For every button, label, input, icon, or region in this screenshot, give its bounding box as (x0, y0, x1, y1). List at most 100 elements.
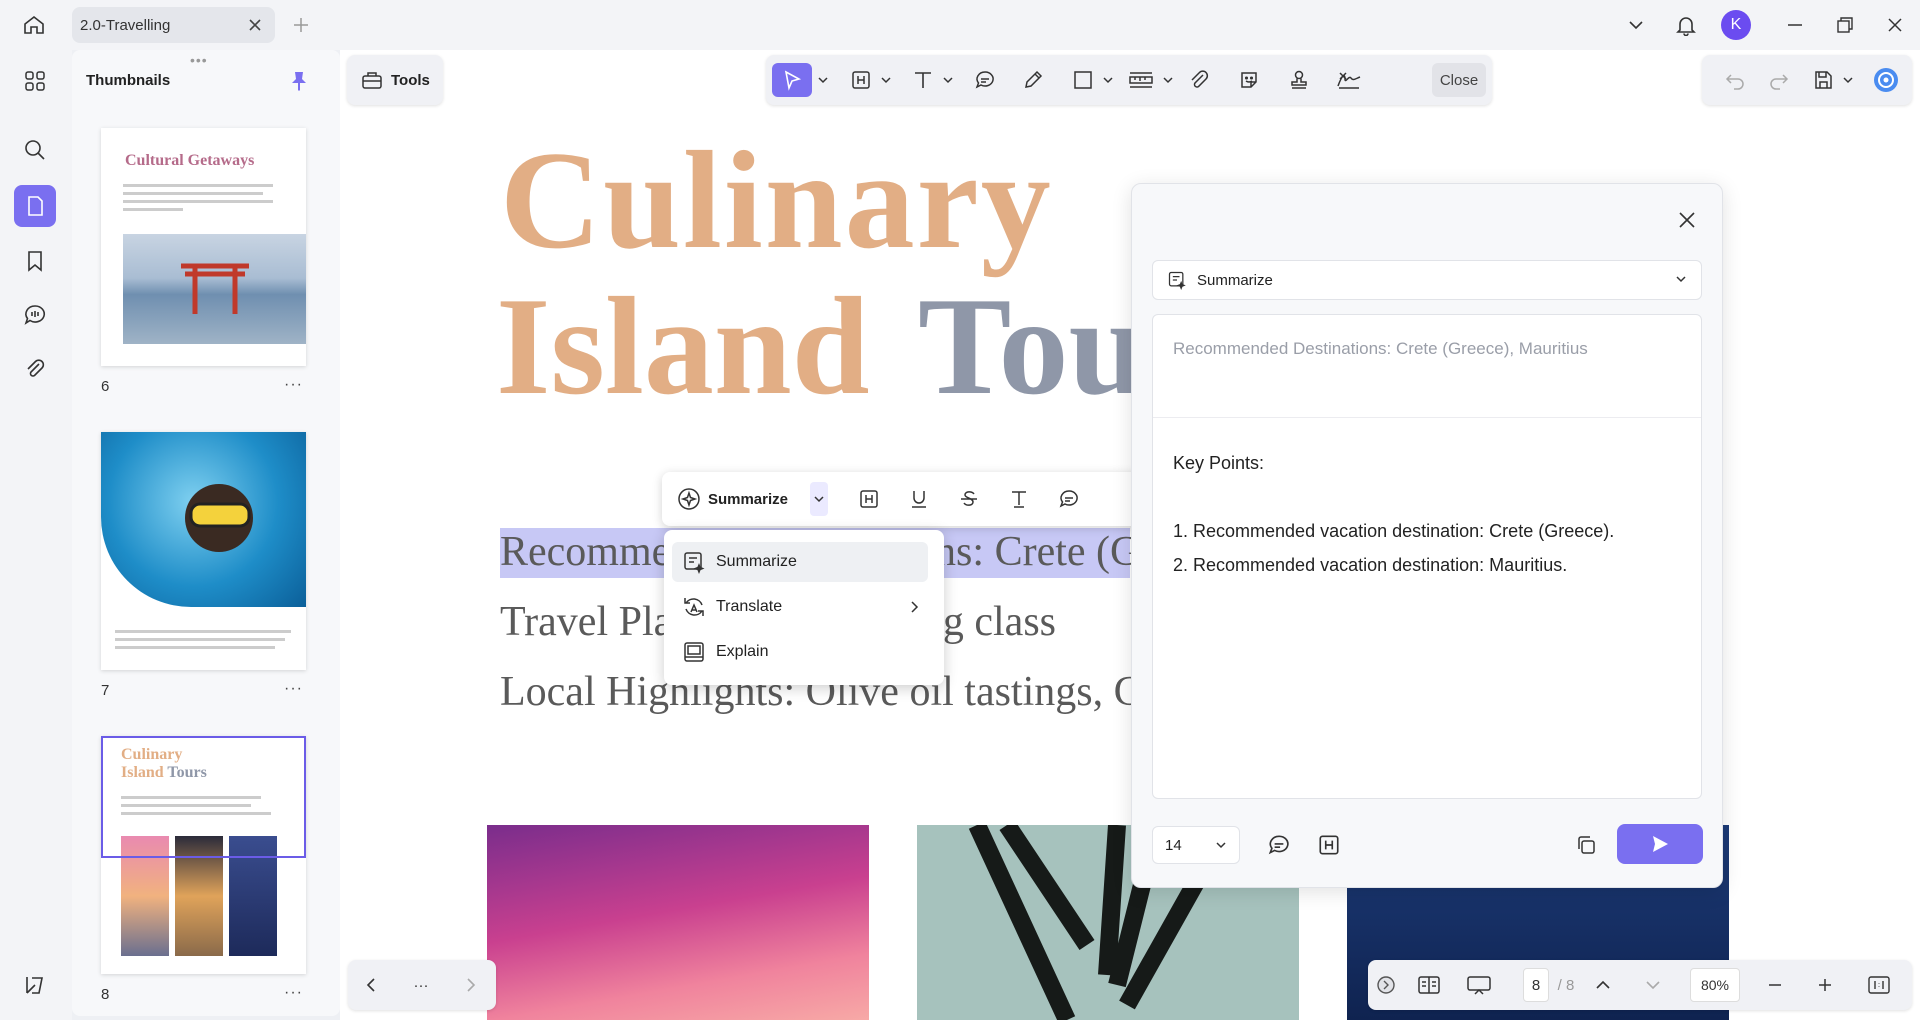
user-avatar[interactable]: K (1721, 10, 1751, 40)
current-page-input[interactable]: 8 (1523, 968, 1549, 1002)
pin-panel-button[interactable] (286, 68, 312, 94)
rail-ai-assistant[interactable] (14, 964, 56, 1006)
measure-tool-dropdown[interactable] (1160, 63, 1176, 97)
home-button[interactable] (14, 8, 54, 42)
shape-tool-dropdown[interactable] (1100, 63, 1116, 97)
zoom-level-input[interactable]: 80% (1690, 968, 1740, 1002)
notifications-button[interactable] (1668, 8, 1704, 42)
signature-tool-button[interactable] (1332, 63, 1366, 97)
actual-size-button[interactable] (1862, 968, 1896, 1002)
insert-highlight-button[interactable] (1312, 828, 1346, 862)
text-tool-dropdown[interactable] (940, 63, 956, 97)
new-tab-button[interactable] (288, 12, 314, 38)
chevron-down-icon (814, 496, 824, 503)
tab-close-button[interactable] (245, 15, 265, 35)
text-selection-toolbar: Summarize (662, 472, 1206, 526)
rail-thumbnails[interactable] (14, 185, 56, 227)
save-icon (1815, 71, 1832, 89)
sticker-tool-button[interactable] (1232, 63, 1266, 97)
attach-tool-button[interactable] (1182, 63, 1216, 97)
comment-tool-button[interactable] (968, 63, 1002, 97)
ai-mode-select[interactable]: Summarize (1152, 260, 1702, 300)
signature-icon (1337, 72, 1361, 89)
ai-actions-menu: Summarize Translate Explain (664, 530, 944, 685)
send-button[interactable] (1617, 824, 1703, 864)
pencil-tool-button[interactable] (1016, 63, 1050, 97)
ai-summarize-button[interactable]: Summarize (670, 480, 788, 518)
highlight-tool-dropdown[interactable] (878, 63, 894, 97)
document-title-line1: Culinary (500, 123, 1053, 278)
underline-text-button[interactable] (902, 482, 936, 516)
thumbnail-page-7[interactable] (101, 432, 306, 670)
thumbnail-more-button[interactable]: ··· (284, 376, 303, 394)
prev-button[interactable] (358, 968, 384, 1002)
insert-comment-button[interactable] (1262, 828, 1296, 862)
add-comment-button[interactable] (1052, 482, 1086, 516)
stamp-tool-button[interactable] (1282, 63, 1316, 97)
rail-organize-pages[interactable] (14, 60, 56, 102)
document-tab[interactable]: 2.0-Travelling (72, 7, 275, 43)
presentation-button[interactable] (1462, 968, 1496, 1002)
page-layout-button[interactable] (1412, 968, 1446, 1002)
previous-page-button[interactable] (1590, 968, 1616, 1002)
tools-button[interactable]: Tools (347, 55, 443, 105)
document-image-sunset (487, 825, 869, 1020)
tabs-dropdown-button[interactable] (1618, 8, 1654, 42)
chevron-right-icon (911, 601, 919, 613)
ai-actions-dropdown[interactable] (810, 482, 828, 516)
thumbnail-page-8[interactable]: Culinary Island Tours (101, 736, 306, 974)
rail-comments[interactable] (14, 294, 56, 336)
menu-item-explain[interactable]: Explain (672, 632, 928, 672)
thumbnail-viewport-indicator[interactable] (101, 736, 306, 858)
chevron-circle-right-icon (1377, 976, 1395, 994)
undo-button[interactable] (1718, 63, 1752, 97)
search-icon (25, 140, 45, 160)
rail-search[interactable] (14, 129, 56, 171)
next-page-button[interactable] (1640, 968, 1666, 1002)
plus-icon (1819, 979, 1831, 991)
rail-attachments[interactable] (14, 348, 56, 390)
redo-button[interactable] (1762, 63, 1796, 97)
bell-icon (1676, 17, 1696, 36)
measure-tool-button[interactable] (1122, 63, 1160, 97)
select-tool-dropdown[interactable] (814, 63, 832, 97)
zoom-in-button[interactable] (1812, 968, 1838, 1002)
shape-tool-button[interactable] (1066, 63, 1100, 97)
ai-panel-close-button[interactable] (1671, 204, 1703, 236)
strikethrough-icon (961, 491, 977, 506)
font-size-select[interactable]: 14 (1152, 826, 1240, 864)
thumbnail-more-button[interactable]: ··· (284, 680, 303, 698)
next-button[interactable] (458, 968, 484, 1002)
toolbox-icon (362, 72, 382, 89)
bottom-left-nav: ··· (348, 960, 496, 1010)
restore-icon (1837, 17, 1853, 33)
copy-button[interactable] (1569, 828, 1603, 862)
rail-bookmarks[interactable] (14, 240, 56, 282)
minimize-button[interactable] (1777, 8, 1813, 42)
menu-item-label: Summarize (716, 553, 797, 570)
save-button[interactable] (1806, 63, 1840, 97)
close-window-button[interactable] (1877, 8, 1913, 42)
menu-item-translate[interactable]: Translate (672, 587, 928, 627)
menu-item-summarize[interactable]: Summarize (672, 542, 928, 582)
thumbnail-more-button[interactable]: ··· (284, 984, 303, 1002)
ai-assistant-button[interactable] (1868, 63, 1904, 97)
zoom-out-button[interactable] (1762, 968, 1788, 1002)
panel-drag-handle[interactable]: ••• (190, 52, 208, 68)
key-point-item: 1. Recommended vacation destination: Cre… (1173, 521, 1615, 541)
restore-button[interactable] (1827, 8, 1863, 42)
more-button[interactable]: ··· (408, 968, 434, 1002)
thumbnail-page-number: 8 (101, 986, 110, 1003)
document-tab-title: 2.0-Travelling (80, 16, 171, 34)
text-edit-button[interactable] (1002, 482, 1036, 516)
strikethrough-text-button[interactable] (952, 482, 986, 516)
save-dropdown[interactable] (1840, 63, 1856, 97)
close-toolbar-button[interactable]: Close (1432, 63, 1486, 97)
select-tool-button[interactable] (772, 63, 812, 97)
highlight-text-button[interactable] (852, 482, 886, 516)
collapse-bar-button[interactable] (1374, 968, 1398, 1002)
thumbnail-text-line (123, 184, 273, 187)
thumbnail-page-6[interactable]: Cultural Getaways (101, 128, 306, 366)
text-tool-button[interactable] (906, 63, 940, 97)
highlight-tool-button[interactable] (844, 63, 878, 97)
